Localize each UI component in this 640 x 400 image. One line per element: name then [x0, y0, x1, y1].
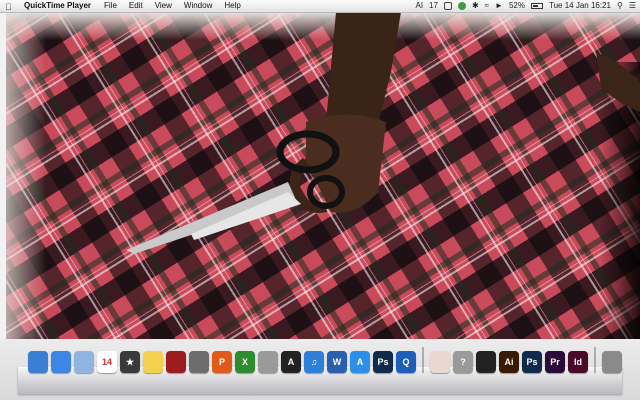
menu-clock[interactable]: Tue 14 Jan 16:21: [549, 0, 611, 12]
evernote-icon[interactable]: [457, 2, 466, 10]
battery-icon[interactable]: [530, 3, 543, 9]
mail-icon[interactable]: [74, 351, 94, 373]
menu-bar:  QuickTime Player File Edit View Window…: [0, 0, 640, 13]
menu-help[interactable]: Help: [224, 0, 240, 12]
dock-separator: [594, 347, 596, 373]
menu-edit[interactable]: Edit: [129, 0, 143, 12]
photo-booth-icon[interactable]: [166, 351, 186, 373]
help-icon[interactable]: ?: [453, 351, 473, 373]
aperture-icon[interactable]: A: [281, 351, 301, 373]
photoshop-icon[interactable]: Ps: [373, 351, 393, 373]
calculator-icon[interactable]: [258, 351, 278, 373]
dock-icons: 14 ★ P X A ♫ W A Ps Q? Ai Ps Pr Id: [28, 347, 622, 373]
notification-icon[interactable]: ☰: [629, 0, 636, 12]
indesign-icon[interactable]: Id: [568, 351, 588, 373]
spotlight-icon[interactable]: ⚲: [617, 0, 623, 12]
premiere-icon[interactable]: Pr: [545, 351, 565, 373]
bluetooth-icon[interactable]: ✱: [472, 0, 479, 12]
preview-icon[interactable]: [189, 351, 209, 373]
wifi-icon[interactable]: ≈: [485, 0, 489, 12]
imovie-icon[interactable]: ★: [120, 351, 140, 373]
apple-icon[interactable]: : [5, 1, 14, 12]
photoshop-icon-2[interactable]: Ps: [522, 351, 542, 373]
menu-count[interactable]: 17: [429, 0, 438, 12]
dock: 14 ★ P X A ♫ W A Ps Q? Ai Ps Pr Id: [0, 339, 640, 400]
finder-icon[interactable]: [28, 351, 48, 373]
excel-icon[interactable]: X: [235, 351, 255, 373]
menu-window[interactable]: Window: [184, 0, 212, 12]
trash-icon[interactable]: [602, 351, 622, 373]
app-store-icon[interactable]: A: [350, 351, 370, 373]
scissors-and-hand: [126, 12, 640, 254]
dock-separator: [422, 347, 424, 373]
powerpoint-icon[interactable]: P: [212, 351, 232, 373]
menu-file[interactable]: File: [104, 0, 117, 12]
video-frame[interactable]: [6, 12, 640, 339]
word-icon[interactable]: W: [327, 351, 347, 373]
film-icon[interactable]: [476, 351, 496, 373]
photo-doc-icon[interactable]: [430, 351, 450, 373]
quicktime-icon[interactable]: Q: [396, 351, 416, 373]
status-app-icon[interactable]: [443, 2, 452, 10]
app-menu[interactable]: QuickTime Player: [24, 0, 91, 12]
safari-icon[interactable]: [51, 351, 71, 373]
volume-icon[interactable]: ►: [495, 0, 503, 12]
menu-view[interactable]: View: [155, 0, 172, 12]
adobe-status-icon[interactable]: AI: [415, 0, 423, 12]
itunes-icon[interactable]: ♫: [304, 351, 324, 373]
stickies-icon[interactable]: [143, 351, 163, 373]
battery-percent[interactable]: 52%: [509, 0, 525, 12]
illustrator-icon[interactable]: Ai: [499, 351, 519, 373]
calendar-icon[interactable]: 14: [97, 351, 117, 373]
